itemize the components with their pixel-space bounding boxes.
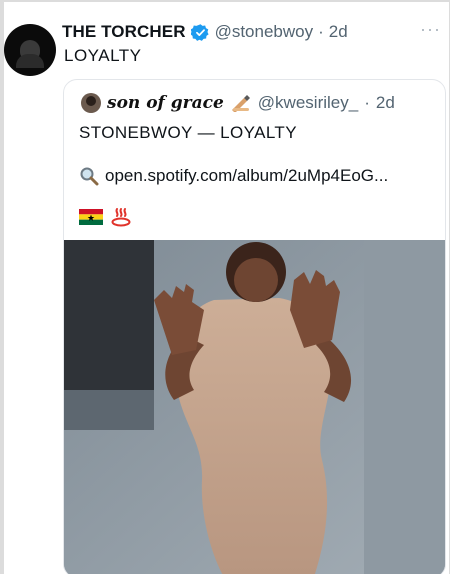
quoted-header: son of grace @kwesiriley_ · 2d xyxy=(81,93,395,113)
video-frame xyxy=(64,240,445,574)
emoji-row xyxy=(79,207,131,227)
quoted-link-row: open.spotify.com/album/2uMp4EoG... xyxy=(79,166,388,186)
more-options-icon[interactable]: ··· xyxy=(420,20,441,38)
tweet-timestamp[interactable]: 2d xyxy=(329,22,348,42)
tweet-card[interactable]: THE TORCHER @stonebwoy · 2d ··· LOYALTY … xyxy=(4,2,449,574)
author-name[interactable]: THE TORCHER xyxy=(62,22,186,42)
verified-badge-icon xyxy=(190,23,210,42)
spotify-link[interactable]: open.spotify.com/album/2uMp4EoG... xyxy=(105,166,388,186)
quoted-author-name[interactable]: son of grace xyxy=(107,93,224,113)
hot-springs-icon xyxy=(111,207,131,227)
quoted-separator: · xyxy=(364,93,370,112)
quoted-text-title: STONEBWOY — LOYALTY xyxy=(79,123,297,142)
author-handle[interactable]: @stonebwoy xyxy=(215,22,314,42)
magnifying-glass-icon xyxy=(79,166,99,186)
tweet-header: THE TORCHER @stonebwoy · 2d xyxy=(62,20,348,44)
header-separator: · xyxy=(318,22,324,41)
author-avatar[interactable] xyxy=(4,24,56,76)
quoted-timestamp[interactable]: 2d xyxy=(376,93,395,113)
quoted-video-media[interactable] xyxy=(64,240,445,574)
quoted-author-avatar[interactable] xyxy=(81,93,101,113)
quoted-tweet[interactable]: son of grace @kwesiriley_ · 2d STONEBWOY… xyxy=(63,79,446,574)
tweet-text: LOYALTY xyxy=(64,46,142,65)
avatar-figure xyxy=(16,40,44,68)
quoted-author-handle[interactable]: @kwesiriley_ xyxy=(258,93,358,113)
writing-hand-icon xyxy=(230,94,252,112)
ghana-flag-icon xyxy=(79,209,103,225)
